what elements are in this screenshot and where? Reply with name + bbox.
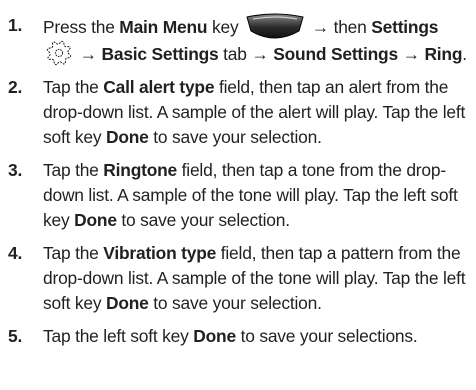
step-number: 3. — [8, 160, 23, 180]
step-number: 5. — [8, 326, 23, 346]
step-text: to save your selection. — [148, 127, 322, 147]
manual-page: 1. Press the Main Menu key → then Setting… — [0, 0, 476, 390]
menu-key-icon — [245, 13, 305, 39]
step-number: 4. — [8, 243, 23, 263]
step-keyword: Settings — [371, 17, 439, 37]
arrow-right-icon: → — [311, 17, 329, 37]
instruction-step: 4. Tap the Vibration type field, then tap… — [0, 241, 476, 316]
arrow-right-icon: → — [251, 44, 269, 64]
step-text: tab — [218, 44, 252, 64]
instruction-step: 1. Press the Main Menu key → then Setting… — [0, 13, 476, 67]
step-keyword: Ringtone — [103, 160, 178, 180]
step-number: 1. — [8, 15, 23, 35]
step-text: Tap the — [43, 77, 104, 97]
settings-gear-icon — [46, 40, 72, 66]
arrow-right-icon: → — [79, 44, 97, 64]
step-text: Press the — [43, 17, 120, 37]
step-number: 2. — [8, 77, 23, 97]
step-text: to save your selection. — [116, 210, 290, 230]
step-text: then — [328, 17, 372, 37]
step-text: to save your selections. — [235, 326, 418, 346]
step-text: Tap the — [43, 160, 104, 180]
step-keyword: Sound Settings — [273, 44, 398, 64]
step-keyword: Basic Settings — [101, 44, 219, 64]
step-keyword: Done — [105, 127, 149, 147]
instruction-step: 2. Tap the Call alert type field, then ta… — [0, 75, 476, 150]
step-text: Tap the — [43, 243, 104, 263]
instruction-steps: 1. Press the Main Menu key → then Setting… — [0, 13, 476, 357]
step-keyword: Main Menu — [119, 17, 208, 37]
step-keyword: Ring — [424, 44, 463, 64]
instruction-step: 5. Tap the left soft key Done to save you… — [0, 324, 476, 349]
step-keyword: Vibration type — [103, 243, 217, 263]
step-text: key — [207, 17, 244, 37]
arrow-right-icon: → — [402, 44, 420, 64]
step-keyword: Done — [105, 293, 149, 313]
step-text: to save your selection. — [148, 293, 322, 313]
step-keyword: Call alert type — [103, 77, 215, 97]
step-keyword: Done — [193, 326, 236, 346]
step-keyword: Done — [74, 210, 117, 230]
instruction-step: 3. Tap the Ringtone field, then tap a ton… — [0, 158, 476, 233]
step-text: . — [462, 44, 467, 64]
step-text: Tap the left soft key — [43, 326, 194, 346]
